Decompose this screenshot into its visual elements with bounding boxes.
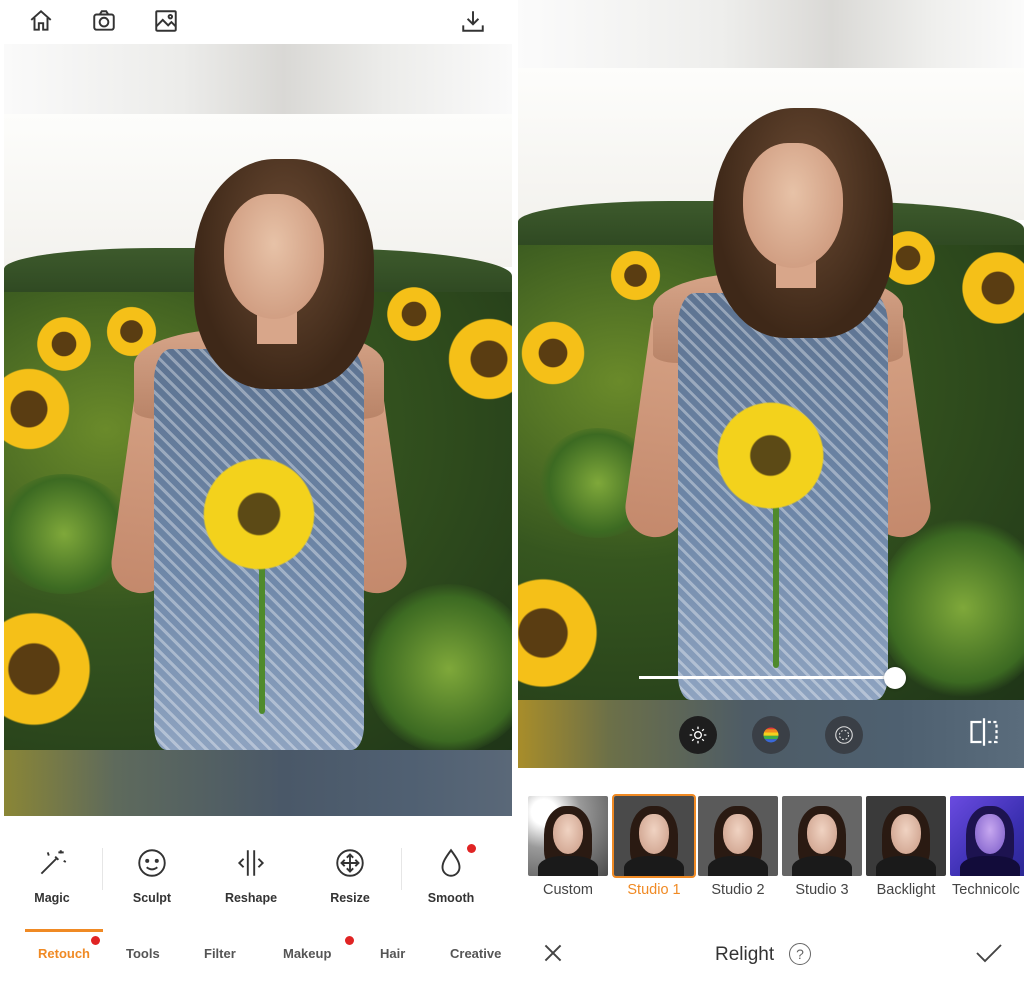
woman-figure [4, 114, 512, 750]
preset-thumbnail [950, 796, 1024, 876]
preset-label: Technicolc [952, 882, 1020, 898]
preset-custom[interactable]: Custom [528, 796, 608, 898]
thumb-body [960, 856, 1020, 876]
thumb-face [639, 814, 669, 854]
vignette-button[interactable] [825, 716, 863, 754]
preset-label: Studio 3 [795, 882, 849, 898]
resize-tool[interactable]: Resize [305, 830, 395, 910]
color-button[interactable] [752, 716, 790, 754]
held-sunflower [199, 454, 319, 574]
tab-retouch[interactable]: Retouch [38, 946, 90, 961]
preset-thumbnail [528, 796, 608, 876]
blurred-background-band [518, 0, 1024, 68]
help-icon[interactable]: ? [789, 943, 811, 965]
divider [102, 848, 103, 890]
thumb-body [876, 856, 936, 876]
preset-thumbnail [612, 794, 696, 878]
reshape-arrows-icon [232, 844, 270, 882]
intensity-slider-track[interactable] [639, 676, 897, 679]
preset-label: Studio 2 [711, 882, 765, 898]
preset-label: Custom [543, 882, 593, 898]
preset-thumbnail [866, 796, 946, 876]
compare-icon [970, 718, 998, 746]
color-icon [763, 727, 779, 743]
gallery-icon[interactable] [151, 6, 181, 36]
preset-backlight[interactable]: Backlight [866, 796, 946, 898]
blurred-background-band [4, 44, 512, 114]
thumb-body [624, 856, 684, 876]
preset-label: Backlight [876, 882, 936, 898]
tab-creative[interactable]: Creative [450, 946, 501, 961]
reshape-tool[interactable]: Reshape [206, 830, 296, 910]
divider [401, 848, 402, 890]
relight-title: Relight [715, 944, 775, 965]
checkmark-icon[interactable] [974, 940, 1004, 966]
brightness-button[interactable] [679, 716, 717, 754]
smiley-face-icon [133, 844, 171, 882]
tab-tools[interactable]: Tools [126, 946, 160, 961]
tool-row: Magic Sculpt Reshape Resize Smooth [0, 830, 512, 910]
magic-wand-icon [33, 844, 71, 882]
intensity-slider-knob[interactable] [884, 667, 906, 689]
brightness-icon [689, 726, 707, 744]
face [224, 194, 324, 319]
tool-label: Reshape [224, 891, 278, 905]
woman-figure [518, 68, 1024, 700]
preset-studio-1[interactable]: Studio 1 [612, 794, 696, 898]
right-relight-panel: Custom Studio 1 Studio 2 Studio 3 Backli… [518, 0, 1024, 983]
thumb-body [792, 856, 852, 876]
home-icon[interactable] [26, 6, 56, 36]
tool-label: Resize [330, 891, 370, 905]
smooth-badge [467, 844, 476, 853]
tab-makeup[interactable]: Makeup [283, 946, 331, 961]
thumb-body [538, 856, 598, 876]
preset-studio-2[interactable]: Studio 2 [698, 796, 778, 898]
thumb-face [975, 814, 1005, 854]
compare-button[interactable] [962, 712, 1006, 752]
preset-thumbnail [698, 796, 778, 876]
vignette-icon [835, 726, 853, 744]
tool-label: Magic [34, 891, 70, 905]
preset-studio-3[interactable]: Studio 3 [782, 796, 862, 898]
makeup-badge [345, 936, 354, 945]
tab-filter[interactable]: Filter [204, 946, 236, 961]
relight-presets: Custom Studio 1 Studio 2 Studio 3 Backli… [518, 768, 1024, 908]
edit-photo[interactable] [4, 114, 512, 750]
tab-hair[interactable]: Hair [380, 946, 405, 961]
thumb-body [708, 856, 768, 876]
magic-tool[interactable]: Magic [7, 830, 97, 910]
left-editor-panel: Magic Sculpt Reshape Resize Smooth Retou… [0, 0, 512, 983]
gradient-band [4, 750, 512, 816]
sculpt-tool[interactable]: Sculpt [107, 830, 197, 910]
preset-thumbnail [782, 796, 862, 876]
preset-label: Studio 1 [627, 882, 681, 898]
top-toolbar [0, 0, 512, 44]
thumb-face [553, 814, 583, 854]
retouch-badge [91, 936, 100, 945]
face [743, 143, 843, 268]
camera-icon[interactable] [89, 6, 119, 36]
thumb-face [723, 814, 753, 854]
smooth-tool[interactable]: Smooth [406, 830, 496, 910]
tool-label: Smooth [427, 891, 475, 905]
preset-technicolor[interactable]: Technicolc [950, 796, 1024, 898]
relight-photo[interactable] [518, 68, 1024, 700]
thumb-face [807, 814, 837, 854]
tool-label: Sculpt [132, 891, 172, 905]
thumb-face [891, 814, 921, 854]
download-icon[interactable] [458, 6, 488, 36]
resize-arrows-icon [331, 844, 369, 882]
droplet-icon [432, 844, 470, 882]
close-icon[interactable] [540, 940, 566, 966]
held-sunflower [713, 398, 828, 513]
